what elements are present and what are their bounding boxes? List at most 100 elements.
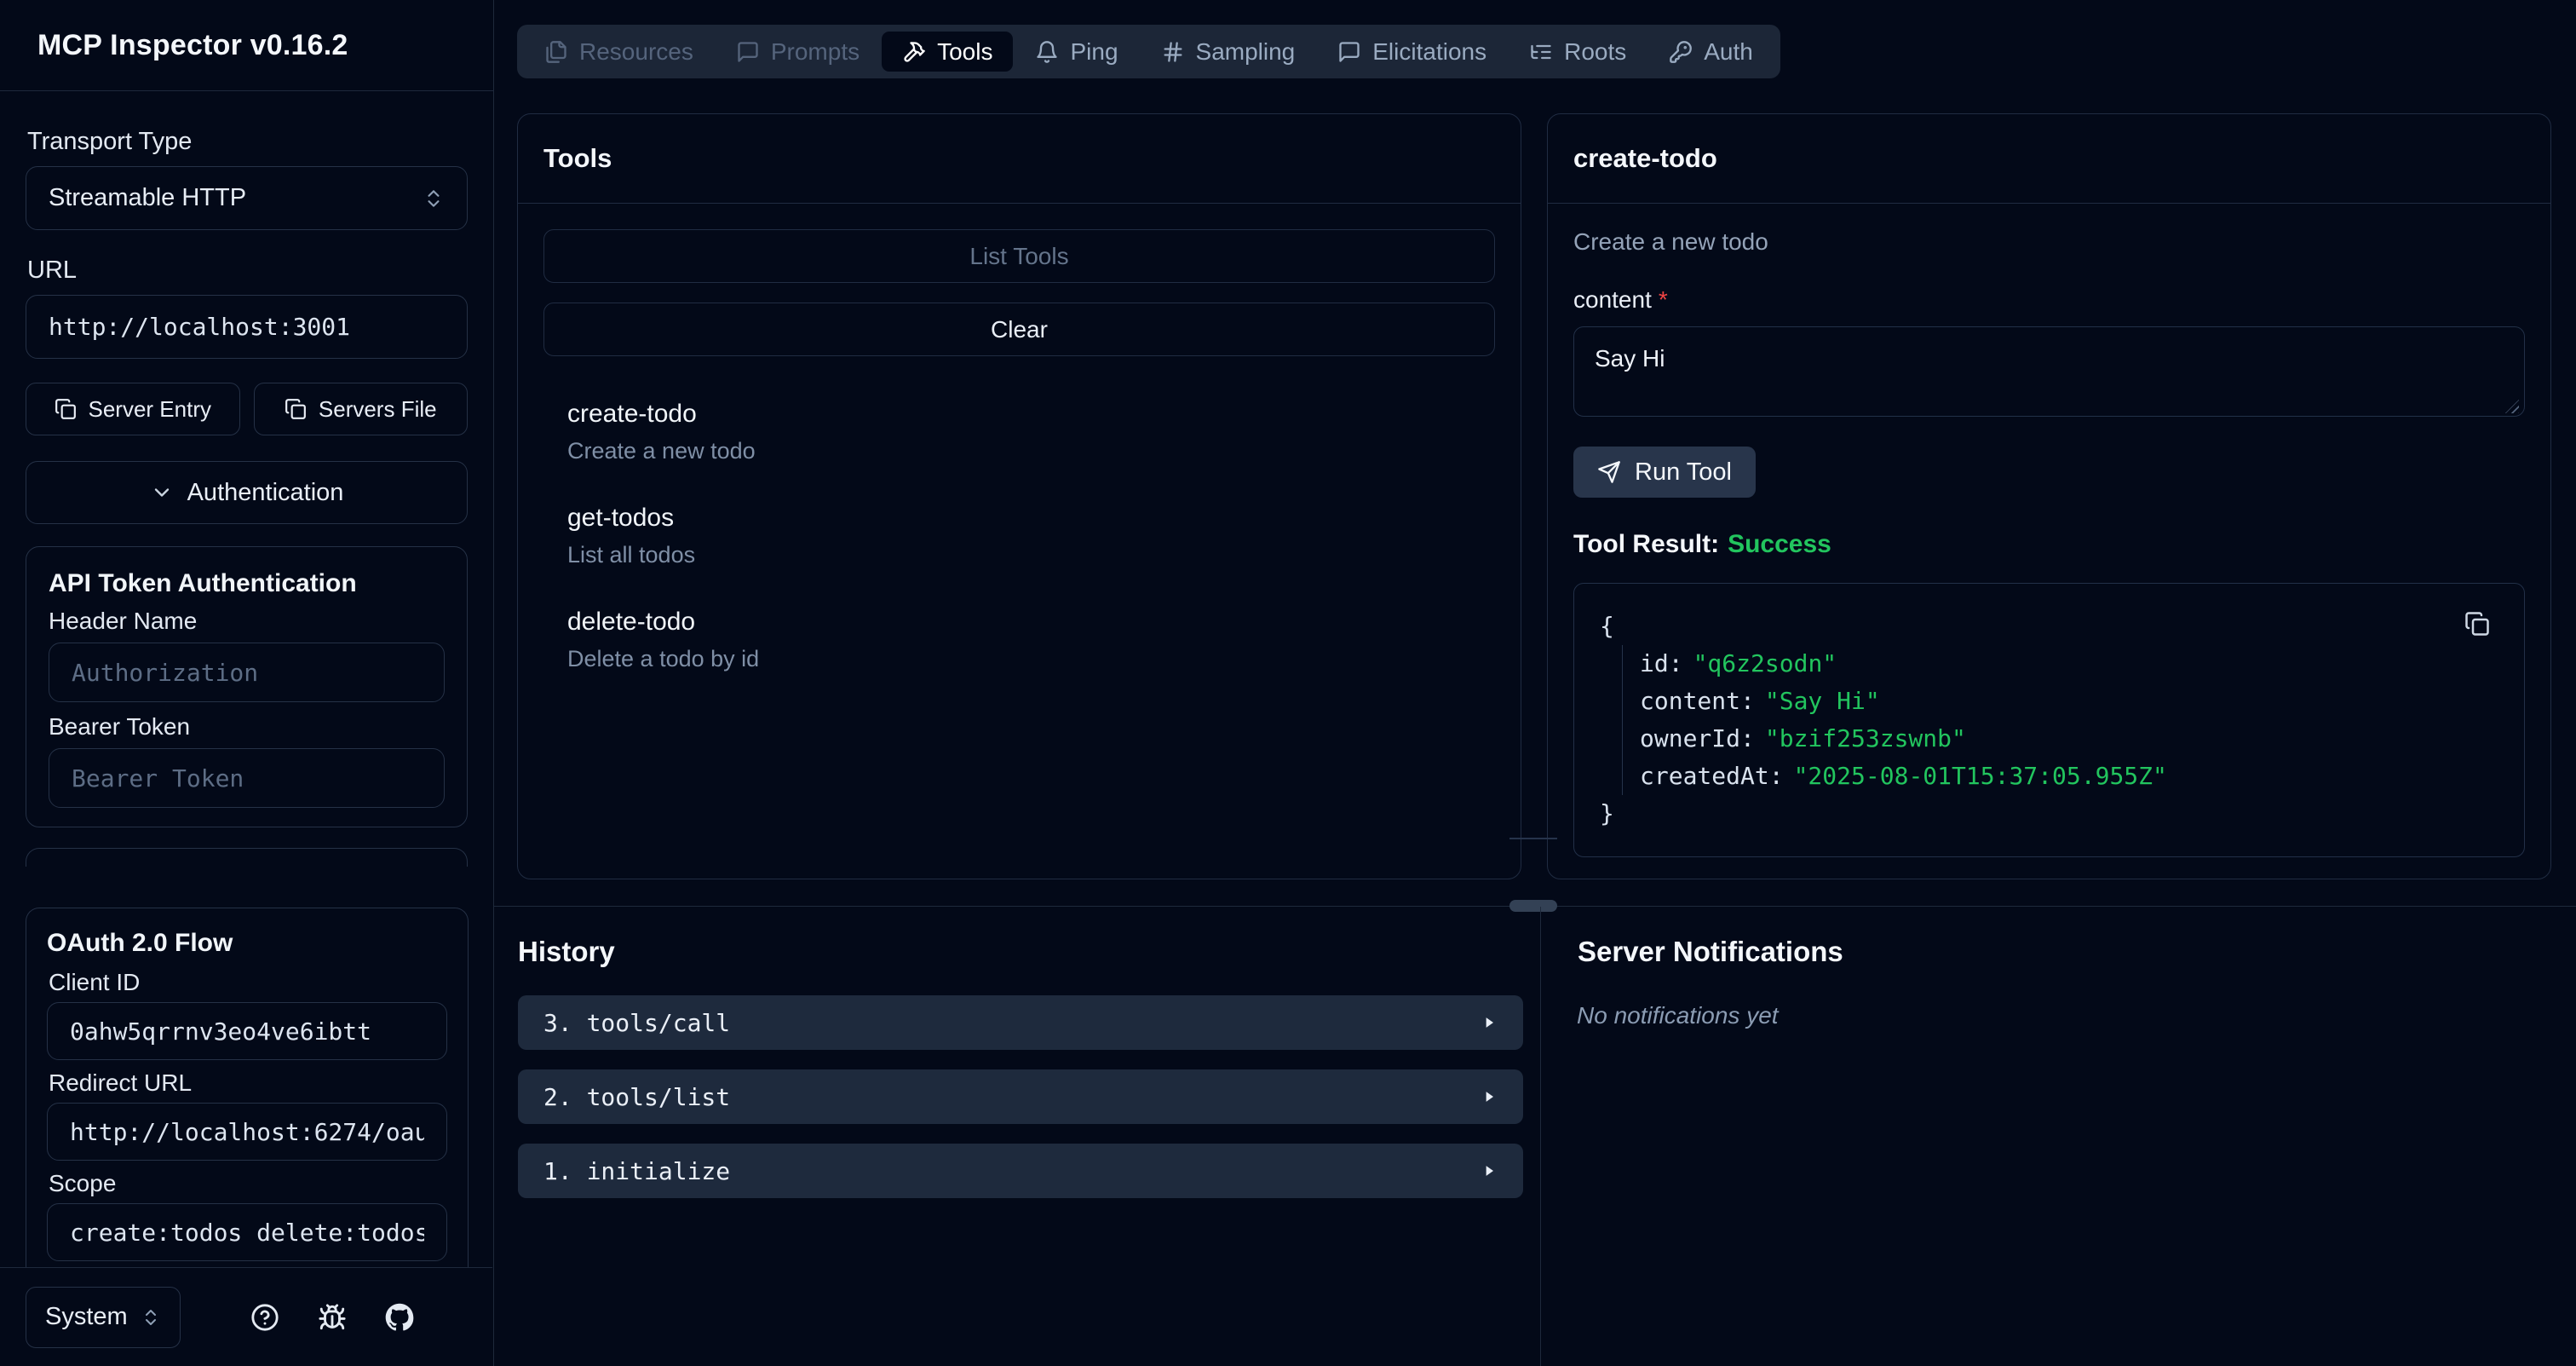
tab-elicitations[interactable]: Elicitations <box>1317 32 1507 72</box>
json-entry: content:"Say Hi" <box>1640 683 2498 720</box>
server-notifications-title: Server Notifications <box>1578 936 1843 968</box>
tab-label: Resources <box>579 38 693 66</box>
tool-description: List all todos <box>567 540 1471 569</box>
chevrons-up-down-icon <box>141 1307 161 1328</box>
tools-panel-title: Tools <box>518 114 1521 204</box>
sidebar-scroll-area[interactable]: Transport Type Streamable HTTP URL Serve… <box>0 92 493 867</box>
chevron-down-icon <box>150 481 174 504</box>
list-tools-button[interactable]: List Tools <box>543 229 1495 283</box>
json-close-brace: } <box>1600 795 2498 833</box>
tab-label: Roots <box>1564 38 1626 66</box>
bearer-token-input[interactable] <box>49 748 445 808</box>
json-entry: createdAt:"2025-08-01T15:37:05.955Z" <box>1640 758 2498 795</box>
app-title: MCP Inspector v0.16.2 <box>37 29 348 62</box>
tool-name: create-todo <box>567 399 1471 429</box>
history-item-label: 3. tools/call <box>543 1009 730 1037</box>
tool-result-label: Tool Result: <box>1573 530 1719 558</box>
selected-tool-panel: create-todo Create a new todo content* S… <box>1547 113 2551 879</box>
server-entry-button[interactable]: Server Entry <box>26 383 240 435</box>
history-item-tools-call[interactable]: 3. tools/call <box>518 995 1523 1050</box>
tab-prompts[interactable]: Prompts <box>716 32 880 72</box>
url-label: URL <box>27 257 468 283</box>
tools-panel: Tools List Tools Clear create-todo Creat… <box>517 113 1521 879</box>
run-tool-button[interactable]: Run Tool <box>1573 447 1756 498</box>
sidebar: MCP Inspector v0.16.2 Transport Type Str… <box>0 0 494 1366</box>
copy-icon <box>55 398 77 420</box>
json-open-brace: { <box>1600 608 2498 645</box>
tool-name: get-todos <box>567 503 1471 533</box>
clear-tools-button[interactable]: Clear <box>543 303 1495 356</box>
server-entry-label: Server Entry <box>89 396 212 423</box>
transport-type-value: Streamable HTTP <box>49 184 246 212</box>
bug-icon[interactable] <box>318 1303 347 1332</box>
tools-list: create-todo Create a new todo get-todos … <box>543 387 1495 699</box>
message-square-icon <box>736 40 760 64</box>
content-field-label: content* <box>1573 287 2525 313</box>
files-icon <box>544 40 568 64</box>
chevron-right-icon <box>1481 1014 1498 1031</box>
chevron-right-icon <box>1481 1088 1498 1105</box>
list-tree-icon <box>1529 40 1553 64</box>
tab-label: Elicitations <box>1372 38 1486 66</box>
github-icon[interactable] <box>385 1303 414 1332</box>
tab-sampling[interactable]: Sampling <box>1141 32 1316 72</box>
tool-result-line: Tool Result: Success <box>1573 530 2525 559</box>
scope-input[interactable] <box>47 1203 447 1261</box>
copy-icon <box>2464 611 2490 637</box>
copy-result-button[interactable] <box>2464 611 2490 637</box>
required-marker: * <box>1659 286 1668 313</box>
oauth-flow-card: OAuth 2.0 Flow Client ID Redirect URL Sc… <box>26 908 469 1267</box>
header-name-input[interactable] <box>49 643 445 702</box>
servers-file-label: Servers File <box>319 396 437 423</box>
tab-roots[interactable]: Roots <box>1509 32 1647 72</box>
tab-resources[interactable]: Resources <box>524 32 714 72</box>
client-id-input[interactable] <box>47 1002 447 1060</box>
tool-result-status: Success <box>1728 530 1831 558</box>
url-input[interactable] <box>26 295 468 359</box>
tab-auth[interactable]: Auth <box>1648 32 1774 72</box>
run-tool-label: Run Tool <box>1635 458 1732 487</box>
redirect-url-input[interactable] <box>47 1103 447 1161</box>
history-item-tools-list[interactable]: 2. tools/list <box>518 1069 1523 1124</box>
hash-icon <box>1161 40 1185 64</box>
content-textarea-wrap: Say Hi <box>1573 326 2525 421</box>
tool-description: Create a new todo <box>567 436 1471 465</box>
header-name-label: Header Name <box>49 608 445 634</box>
tool-list-item-get-todos[interactable]: get-todos List all todos <box>567 491 1471 595</box>
tab-tools[interactable]: Tools <box>882 32 1013 72</box>
vertical-split-grip[interactable] <box>1509 838 1557 839</box>
history-item-label: 2. tools/list <box>543 1083 730 1111</box>
tab-label: Ping <box>1070 38 1118 66</box>
horizontal-split-handle[interactable] <box>1509 900 1557 912</box>
theme-select-value: System <box>45 1303 128 1331</box>
transport-type-label: Transport Type <box>27 129 468 154</box>
tab-label: Tools <box>937 38 992 66</box>
tools-panel-body: List Tools Clear create-todo Create a ne… <box>518 204 1521 724</box>
history-item-label: 1. initialize <box>543 1157 730 1185</box>
tab-label: Sampling <box>1196 38 1296 66</box>
tool-list-item-create-todo[interactable]: create-todo Create a new todo <box>567 387 1471 491</box>
servers-file-button[interactable]: Servers File <box>254 383 469 435</box>
json-entry: id:"q6z2sodn" <box>1640 645 2498 683</box>
tool-name: delete-todo <box>567 607 1471 637</box>
copy-buttons-row: Server Entry Servers File <box>26 383 468 435</box>
sidebar-header: MCP Inspector v0.16.2 <box>0 0 493 91</box>
help-icon[interactable] <box>250 1303 279 1332</box>
selected-tool-body: Create a new todo content* Say Hi Run To… <box>1548 204 2550 883</box>
main-tabbar: Resources Prompts Tools Ping Sampling El… <box>517 25 1780 78</box>
history-item-initialize[interactable]: 1. initialize <box>518 1144 1523 1198</box>
api-token-title: API Token Authentication <box>49 571 445 597</box>
content-textarea[interactable]: Say Hi <box>1573 326 2525 417</box>
authentication-toggle[interactable]: Authentication <box>26 461 468 524</box>
message-square-icon <box>1337 40 1361 64</box>
tab-ping[interactable]: Ping <box>1015 32 1138 72</box>
json-entries: id:"q6z2sodn" content:"Say Hi" ownerId:"… <box>1622 645 2498 795</box>
authentication-toggle-label: Authentication <box>187 479 344 507</box>
copy-icon <box>285 398 307 420</box>
theme-select[interactable]: System <box>26 1287 181 1348</box>
client-id-label: Client ID <box>49 970 447 995</box>
key-icon <box>1669 40 1693 64</box>
server-notifications-empty: No notifications yet <box>1577 1002 1779 1029</box>
tool-list-item-delete-todo[interactable]: delete-todo Delete a todo by id <box>567 595 1471 699</box>
transport-type-select[interactable]: Streamable HTTP <box>26 166 468 230</box>
